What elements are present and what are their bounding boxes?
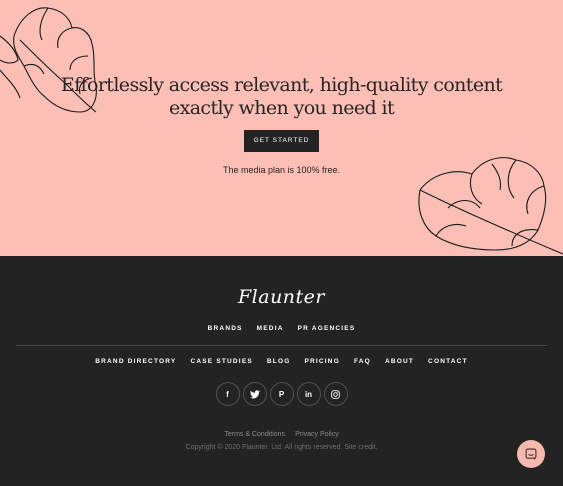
chat-button[interactable] xyxy=(517,440,545,468)
instagram-icon[interactable] xyxy=(323,382,348,406)
twitter-icon[interactable] xyxy=(242,382,267,406)
flaunter-logo[interactable]: Flaunter xyxy=(0,286,563,308)
social-links: f P in xyxy=(0,382,563,406)
footer: Flaunter BRANDS MEDIA PR AGENCIES BRAND … xyxy=(0,256,563,486)
hero-title-line1: Effortlessly access relevant, high-quali… xyxy=(60,74,503,96)
nav-brands[interactable]: BRANDS xyxy=(208,325,243,332)
nav-pricing[interactable]: PRICING xyxy=(304,358,340,365)
linkedin-icon[interactable]: in xyxy=(296,382,321,406)
privacy-link[interactable]: Privacy Policy xyxy=(295,431,339,438)
nav-case-studies[interactable]: CASE STUDIES xyxy=(190,358,252,365)
copyright-text: Copyright © 2020 Flaunter. Ltd. All righ… xyxy=(185,444,378,451)
facebook-icon[interactable]: f xyxy=(215,382,240,406)
legal-links: Terms & Conditions Privacy Policy xyxy=(0,431,563,438)
nav-faq[interactable]: FAQ xyxy=(354,358,371,365)
footer-secondary-nav: BRAND DIRECTORY CASE STUDIES BLOG PRICIN… xyxy=(0,358,563,365)
terms-link[interactable]: Terms & Conditions xyxy=(224,431,285,438)
nav-media[interactable]: MEDIA xyxy=(257,325,284,332)
nav-pr-agencies[interactable]: PR AGENCIES xyxy=(298,325,356,332)
pinterest-icon[interactable]: P xyxy=(269,382,294,406)
nav-about[interactable]: ABOUT xyxy=(385,358,414,365)
footer-divider xyxy=(16,345,547,346)
chat-icon xyxy=(525,448,537,460)
get-started-button[interactable]: GET STARTED xyxy=(244,130,319,152)
footer-primary-nav: BRANDS MEDIA PR AGENCIES xyxy=(0,325,563,332)
hero-section: Effortlessly access relevant, high-quali… xyxy=(0,0,563,256)
nav-blog[interactable]: BLOG xyxy=(267,358,291,365)
nav-brand-directory[interactable]: BRAND DIRECTORY xyxy=(95,358,176,365)
hero-title-line2: exactly when you need it xyxy=(168,97,395,119)
nav-contact[interactable]: CONTACT xyxy=(428,358,468,365)
leaf-illustration-right xyxy=(418,157,563,255)
